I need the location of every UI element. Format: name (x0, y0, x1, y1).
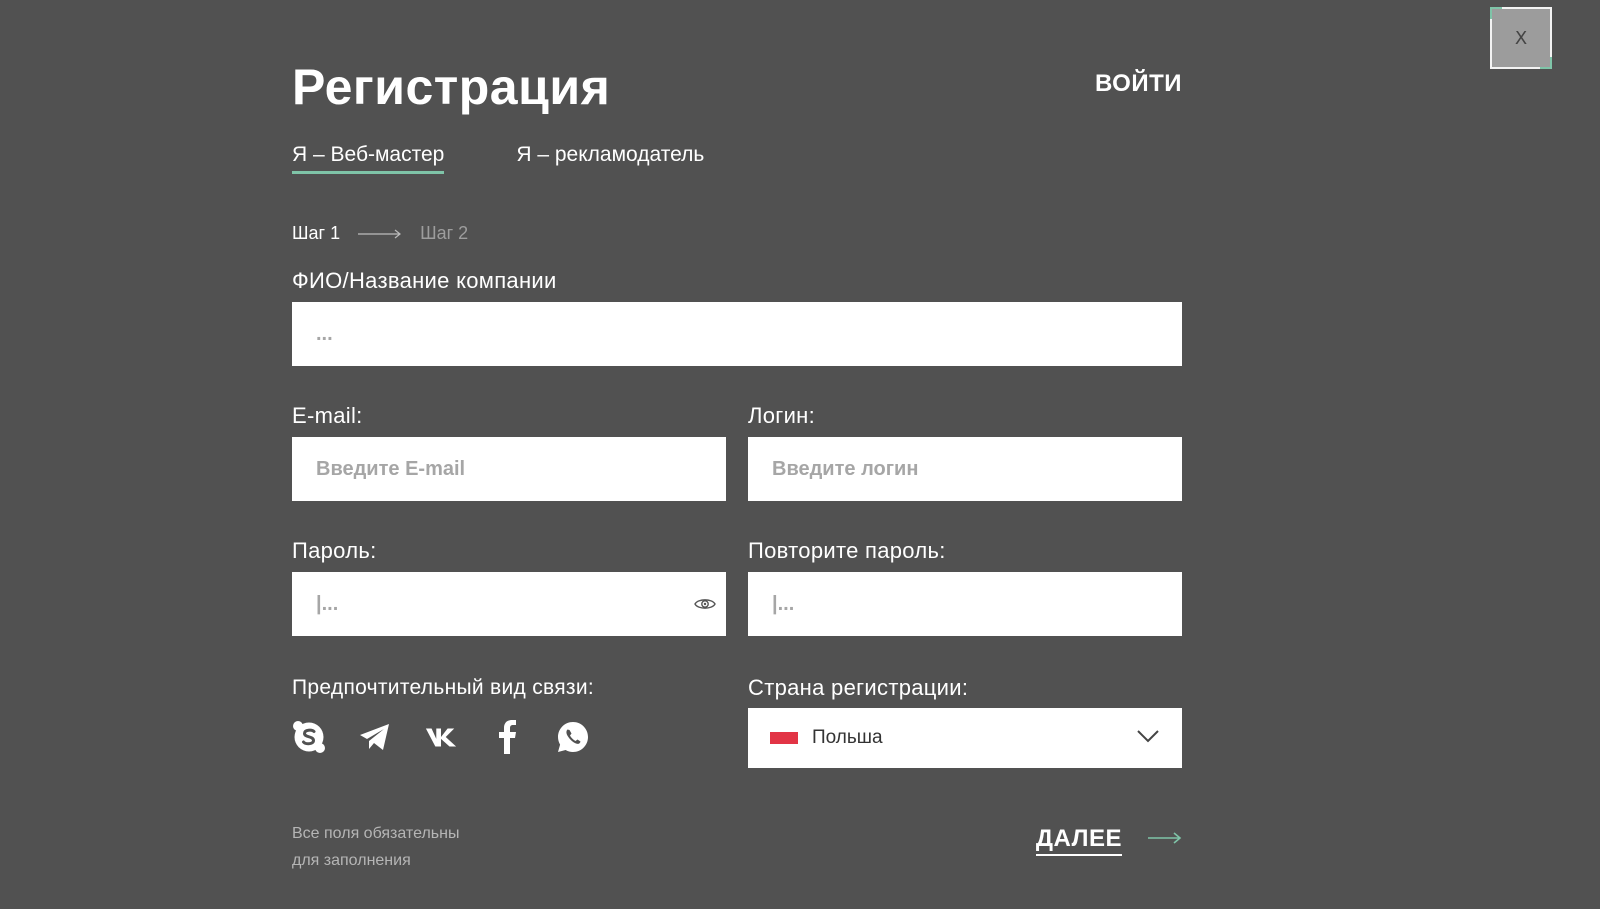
name-input[interactable] (314, 321, 1160, 347)
password-repeat-label: Повторите пароль: (748, 538, 946, 563)
login-link[interactable]: ВОЙТИ (1095, 70, 1182, 98)
registration-form: Регистрация ВОЙТИ Я – Веб-мастер Я – рек… (292, 0, 1182, 909)
skype-icon[interactable] (292, 720, 326, 754)
close-corner-decoration (1490, 7, 1502, 19)
name-label: ФИО/Название компании (292, 268, 557, 293)
step-1-label: Шаг 1 (292, 223, 341, 243)
close-icon: X (1514, 27, 1528, 49)
password-repeat-input[interactable] (770, 591, 1160, 617)
step-2-label: Шаг 2 (420, 223, 469, 243)
step-indicator: Шаг 1 Шаг 2 (292, 223, 468, 244)
email-label: E-mail: (292, 403, 363, 428)
telegram-icon[interactable] (358, 720, 392, 754)
tab-webmaster[interactable]: Я – Веб-мастер (292, 143, 445, 174)
password-field-box (292, 572, 726, 636)
login-input[interactable] (770, 456, 1160, 482)
password-label: Пароль: (292, 538, 377, 563)
arrow-right-icon (358, 223, 402, 244)
vk-icon[interactable] (424, 720, 458, 754)
whatsapp-icon[interactable] (556, 720, 590, 754)
country-select[interactable]: Польша (748, 708, 1182, 768)
next-button[interactable]: ДАЛЕЕ (1035, 825, 1182, 856)
contact-label: Предпочтительный вид связи: (292, 676, 594, 699)
eye-icon[interactable] (694, 594, 716, 614)
country-label: Страна регистрации: (748, 675, 969, 700)
name-field-box (292, 302, 1182, 366)
email-input[interactable] (314, 456, 704, 482)
password-input[interactable] (314, 591, 678, 617)
facebook-icon[interactable] (490, 720, 524, 754)
required-note: Все поля обязательны для заполнения (292, 825, 460, 869)
poland-flag-icon (770, 732, 798, 744)
role-tabs: Я – Веб-мастер Я – рекламодатель (292, 143, 704, 174)
login-label: Логин: (748, 403, 816, 428)
email-field-box (292, 437, 726, 501)
contact-icons (292, 720, 590, 754)
country-selected-value: Польша (812, 727, 883, 748)
arrow-right-icon (1148, 831, 1182, 850)
chevron-down-icon (1136, 729, 1160, 748)
tab-advertiser[interactable]: Я – рекламодатель (516, 143, 704, 174)
next-button-label: ДАЛЕЕ (1035, 825, 1122, 856)
password-repeat-field-box (748, 572, 1182, 636)
login-field-box (748, 437, 1182, 501)
close-button[interactable]: X (1490, 7, 1552, 69)
page-title: Регистрация (292, 59, 611, 115)
close-corner-decoration (1540, 57, 1552, 69)
